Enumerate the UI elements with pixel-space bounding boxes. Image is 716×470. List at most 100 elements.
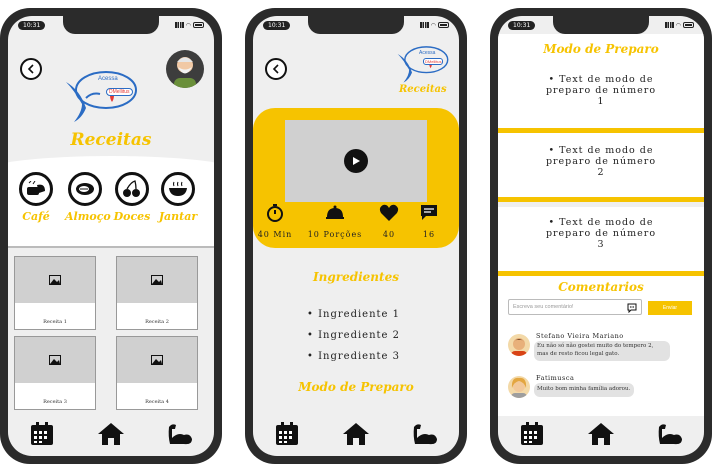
recipe-card[interactable]: Receita 1 — [14, 256, 96, 330]
status-icons: ◠ — [664, 22, 694, 29]
muscle-icon — [168, 424, 192, 445]
bottom-nav — [253, 412, 459, 456]
ingredient-item: • Ingrediente 3 — [307, 351, 401, 362]
comment-text: mas de resto ficou legal gato. — [537, 350, 620, 357]
calendar-icon — [276, 422, 299, 445]
stat-likes[interactable]: 40 — [369, 204, 409, 239]
nav-home[interactable] — [96, 419, 126, 449]
method-title: Modo de Preparo — [298, 380, 414, 394]
stat-comments[interactable]: 16 — [409, 204, 449, 239]
commenter-name: Fatimusca — [536, 374, 575, 382]
phone-frame-recipes: 10:31 ◠ Acessa DMellitus Receitas Café A… — [0, 8, 222, 464]
recipe-image — [15, 337, 95, 383]
stat-value: 16 — [422, 230, 436, 239]
send-button[interactable]: Enviar — [648, 301, 692, 315]
stat-servings: 10 Porções — [305, 204, 365, 239]
commenter-avatar[interactable] — [508, 334, 530, 356]
muscle-icon — [658, 424, 682, 445]
chevron-left-icon — [27, 64, 34, 74]
commenter-avatar[interactable] — [508, 376, 530, 398]
method-step: • Text de modo de preparo de número 2 — [545, 145, 657, 178]
status-time: 10:31 — [263, 20, 291, 30]
category-almoco[interactable]: Almoço — [65, 172, 111, 223]
video-player[interactable] — [285, 120, 427, 202]
back-button[interactable] — [265, 58, 287, 80]
comments-title: Comentarios — [558, 280, 644, 294]
recipe-card[interactable]: Receita 4 — [116, 336, 198, 410]
category-jantar[interactable]: Jantar — [158, 172, 198, 223]
category-label: Café — [22, 210, 50, 223]
phone-frame-recipe-detail: 10:31 ◠ Acessa DMellitus Receitas 40 Min — [245, 8, 467, 464]
serving-dish-icon — [326, 205, 344, 219]
bottom-nav — [498, 412, 704, 456]
phone-frame-method-comments: 10:31 ◠ Modo de Preparo • Text de modo d… — [490, 8, 712, 464]
status-bar: 10:31 ◠ — [18, 20, 204, 30]
recipes-screen: 10:31 ◠ Acessa DMellitus Receitas Café A… — [8, 16, 214, 456]
recipe-card[interactable]: Receita 3 — [14, 336, 96, 410]
method-step: • Text de modo de preparo de número 3 — [545, 217, 657, 250]
back-button[interactable] — [20, 58, 42, 80]
calendar-icon — [31, 422, 54, 445]
ingredients-title: Ingredientes — [313, 270, 399, 284]
comment-text: Muito bom minha família adorou. — [537, 386, 631, 392]
emoji-comment-icon[interactable] — [627, 303, 637, 313]
nav-calendar[interactable] — [272, 419, 302, 449]
category-label: Almoço — [65, 210, 111, 223]
method-comments-screen: 10:31 ◠ Modo de Preparo • Text de modo d… — [498, 16, 704, 456]
logo-caption: Receitas — [399, 84, 447, 95]
home-icon — [342, 423, 369, 445]
category-cafe[interactable]: Café — [16, 172, 56, 223]
muscle-icon — [413, 424, 437, 445]
nav-calendar[interactable] — [517, 419, 547, 449]
recipe-name: Receita 4 — [145, 399, 169, 405]
recipe-image — [15, 257, 95, 303]
app-logo: Acessa DMellitus Receitas — [393, 44, 451, 95]
status-time: 10:31 — [18, 20, 46, 30]
method-title: Modo de Preparo — [543, 42, 659, 56]
divider — [8, 246, 214, 248]
image-icon — [49, 355, 61, 365]
avatar[interactable] — [166, 50, 204, 88]
nav-exercise[interactable] — [165, 419, 195, 449]
avatar-person-icon — [174, 57, 196, 88]
category-doces[interactable]: Doces — [112, 172, 152, 223]
status-time: 10:31 — [508, 20, 536, 30]
nav-home[interactable] — [586, 419, 616, 449]
nav-home[interactable] — [341, 419, 371, 449]
chevron-left-icon — [272, 64, 279, 74]
battery-icon — [683, 22, 694, 28]
battery-icon — [438, 22, 449, 28]
commenter-name: Stefano Vieira Mariano — [536, 332, 624, 340]
timer-icon — [267, 204, 283, 222]
comment-input[interactable]: Escreva seu comentário! — [508, 299, 642, 315]
page-title: Receitas — [70, 130, 152, 150]
comment-bubble: Muito bom minha família adorou. — [534, 383, 634, 397]
battery-icon — [193, 22, 204, 28]
category-label: Jantar — [158, 210, 198, 223]
stat-value: 40 — [382, 230, 396, 239]
steak-icon — [68, 172, 102, 206]
method-step: • Text de modo de preparo de número 1 — [545, 74, 657, 107]
nav-calendar[interactable] — [27, 419, 57, 449]
calendar-icon — [521, 422, 544, 445]
ingredients-list: • Ingrediente 1 • Ingrediente 2 • Ingred… — [307, 304, 400, 367]
play-button[interactable] — [344, 149, 368, 173]
play-icon — [353, 157, 360, 165]
recipe-name: Receita 1 — [43, 319, 67, 325]
home-icon — [587, 423, 614, 445]
signal-icon — [174, 22, 184, 28]
comment-placeholder: Escreva seu comentário! — [513, 304, 574, 310]
home-icon — [97, 423, 124, 445]
heart-icon — [379, 204, 399, 221]
logo-text: Acessa — [98, 76, 118, 82]
stat-value: 40 Min — [257, 230, 293, 239]
signal-icon — [419, 22, 429, 28]
comment-bubble: Eu não só não gostei muito do tempero 2,… — [534, 341, 670, 361]
ingredient-item: • Ingrediente 1 — [307, 309, 401, 320]
person-icon — [511, 338, 527, 356]
recipe-card[interactable]: Receita 2 — [116, 256, 198, 330]
bottom-nav — [8, 412, 214, 456]
nav-exercise[interactable] — [410, 419, 440, 449]
nav-exercise[interactable] — [655, 419, 685, 449]
recipe-name: Receita 2 — [145, 319, 169, 325]
